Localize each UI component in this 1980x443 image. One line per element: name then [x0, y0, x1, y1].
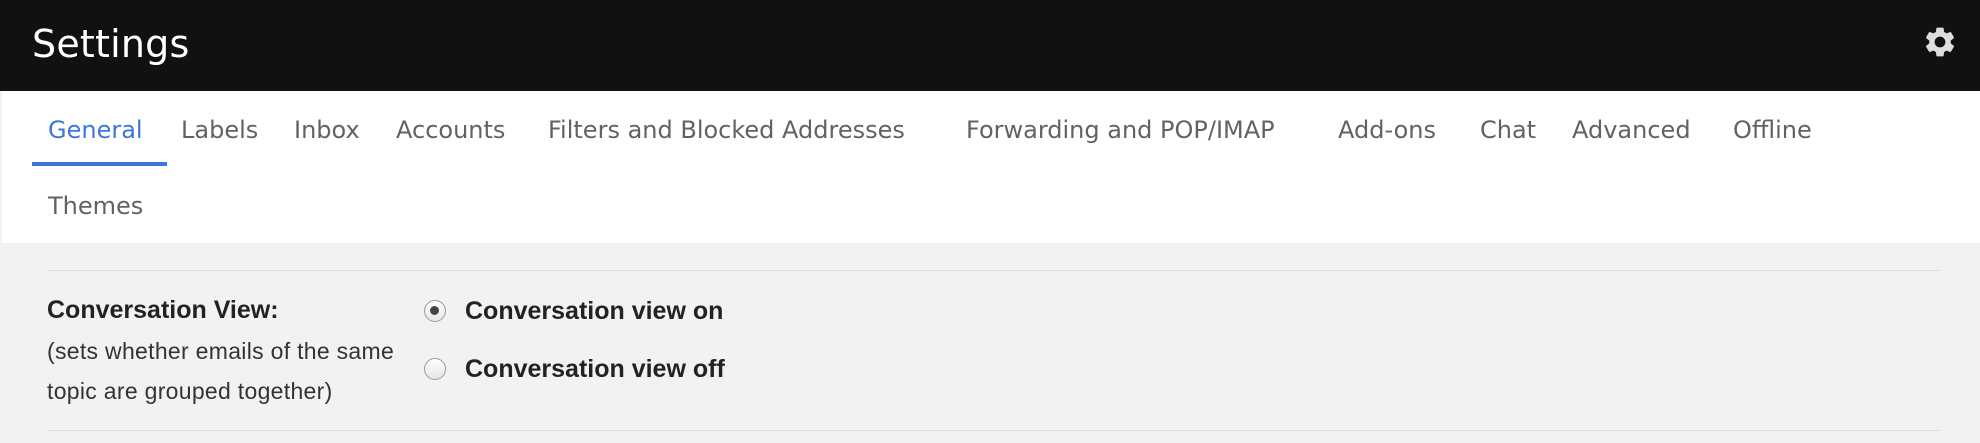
section-divider — [47, 430, 1940, 431]
conversation-view-off-label[interactable]: Conversation view off — [465, 354, 725, 384]
tab-offline[interactable]: Offline — [1733, 115, 1812, 145]
conversation-view-label: Conversation View: — [47, 296, 279, 324]
tab-accounts[interactable]: Accounts — [396, 115, 505, 145]
tab-general[interactable]: General — [48, 115, 143, 145]
conversation-view-off-option[interactable]: Conversation view off — [424, 354, 725, 384]
tab-forwarding-and-pop-imap[interactable]: Forwarding and POP/IMAP — [966, 115, 1275, 145]
tab-inbox[interactable]: Inbox — [294, 115, 360, 145]
conversation-view-on-option[interactable]: Conversation view on — [424, 296, 723, 326]
active-tab-indicator — [32, 162, 167, 166]
tab-chat[interactable]: Chat — [1480, 115, 1536, 145]
conversation-view-on-label[interactable]: Conversation view on — [465, 296, 723, 326]
section-divider — [47, 270, 1940, 271]
conversation-view-on-radio[interactable] — [424, 300, 446, 322]
settings-tabs: General Labels Inbox Accounts Filters an… — [2, 91, 1980, 243]
tab-labels[interactable]: Labels — [181, 115, 258, 145]
tab-themes[interactable]: Themes — [48, 191, 143, 221]
tab-filters-and-blocked-addresses[interactable]: Filters and Blocked Addresses — [548, 115, 905, 145]
gear-icon[interactable] — [1922, 24, 1958, 60]
page-title: Settings — [32, 22, 190, 66]
conversation-view-description: (sets whether emails of the same topic a… — [47, 338, 395, 404]
app-header: Settings — [0, 0, 1980, 91]
tab-advanced[interactable]: Advanced — [1572, 115, 1691, 145]
tab-add-ons[interactable]: Add-ons — [1338, 115, 1436, 145]
conversation-view-off-radio[interactable] — [424, 358, 446, 380]
settings-content: Conversation View: (sets whether emails … — [0, 243, 1980, 443]
